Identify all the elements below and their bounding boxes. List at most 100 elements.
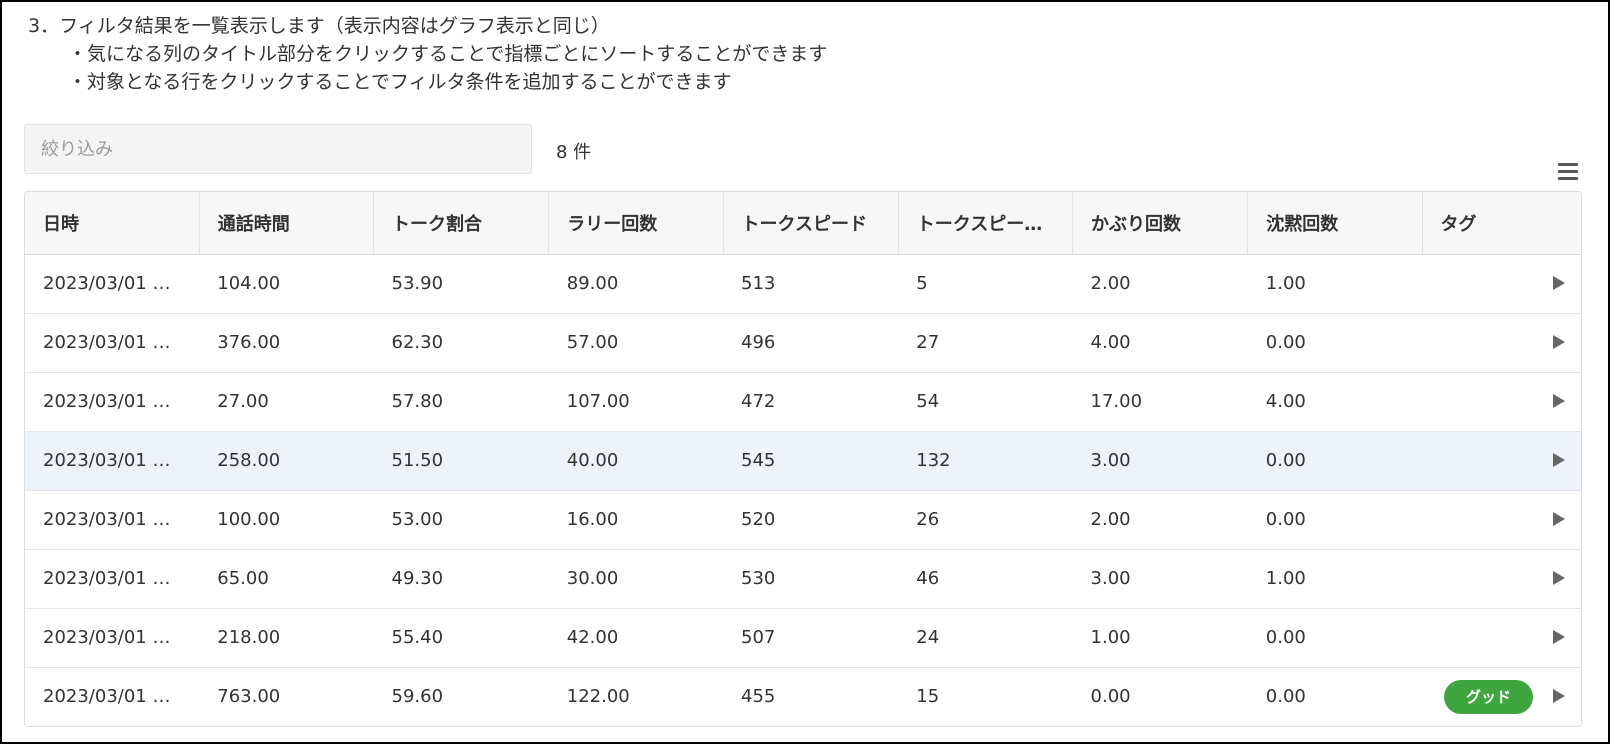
- cell-talk-speed: 455: [741, 686, 776, 708]
- cell-talk-speed-2: 15: [916, 686, 940, 708]
- cell-overlap-count: 4.00: [1072, 313, 1248, 373]
- cell-talk-speed: 520: [723, 490, 899, 550]
- table-row[interactable]: 2023/03/01 … 104.00 53.90 89.00 513 5 2.00 1.00: [25, 254, 1581, 314]
- cell-datetime: 2023/03/01 …: [25, 608, 200, 668]
- cell-talk-ratio: 51.50: [373, 431, 549, 491]
- play-icon[interactable]: [1553, 452, 1565, 467]
- cell-talk-ratio: 59.60: [391, 686, 444, 708]
- cell-call-duration: 65.00: [199, 549, 374, 609]
- table-row[interactable]: 2023/03/01 … 100.00 53.00 16.00 520 26 2.00 0.0…: [25, 490, 1581, 550]
- play-icon[interactable]: [1553, 511, 1565, 526]
- table-row[interactable]: 2023/03/01 … 376.00 62.30 57.00 496 27 4.00 0.0…: [25, 313, 1581, 373]
- column-header-rally-count[interactable]: ラリー回数: [548, 192, 724, 255]
- page-frame: 3．フィルタ結果を一覧表示します（表示内容はグラフ表示と同じ） ・気になる列のタ…: [0, 0, 1610, 744]
- play-icon[interactable]: [1553, 334, 1565, 349]
- table-row[interactable]: 2023/03/01 … 65.00 49.30 30.00 530 46 3.00 1.00: [25, 549, 1581, 609]
- cell-call-duration: 218.00: [199, 608, 374, 668]
- table-row[interactable]: 2023/03/01 … 218.00 55.40 42.00 507 24 1.00 0.0…: [25, 608, 1581, 668]
- cell-tag: [1422, 608, 1581, 668]
- play-icon[interactable]: [1553, 275, 1565, 290]
- cell-silence-count: 1.00: [1247, 254, 1423, 314]
- instructions-bullet-sort: ・気になる列のタイトル部分をクリックすることで指標ごとにソートすることができます: [68, 43, 828, 65]
- cell-rally-count: 89.00: [548, 254, 724, 314]
- cell-call-duration: 100.00: [199, 490, 374, 550]
- cell-overlap-count: 2.00: [1072, 490, 1248, 550]
- column-header-overlap-count[interactable]: かぶり回数: [1072, 192, 1249, 255]
- table-row[interactable]: 2023/03/01 … 763.00 59.60 122.00 455 15 0.00 0.…: [25, 667, 1581, 726]
- cell-overlap-count: 1.00: [1072, 608, 1248, 668]
- cell-rally-count: 42.00: [548, 608, 724, 668]
- cell-rally-count: 122.00: [566, 686, 630, 708]
- cell-datetime: 2023/03/01 …: [25, 431, 200, 491]
- cell-call-duration: 376.00: [199, 313, 374, 373]
- play-icon[interactable]: [1553, 629, 1565, 644]
- play-icon[interactable]: [1553, 570, 1565, 585]
- cell-talk-ratio: 62.30: [373, 313, 549, 373]
- cell-talk-speed: 530: [723, 549, 899, 609]
- column-header-silence-count[interactable]: 沈黙回数: [1247, 192, 1423, 255]
- cell-silence-count: 0.00: [1247, 490, 1423, 550]
- cell-silence-count: 4.00: [1247, 372, 1423, 432]
- cell-rally-count: 107.00: [548, 372, 724, 432]
- cell-silence-count: 0.00: [1247, 608, 1423, 668]
- tag-badge: グッド: [1444, 679, 1534, 714]
- cell-overlap-count: 0.00: [1090, 686, 1131, 708]
- filter-search-input[interactable]: [24, 124, 532, 174]
- cell-call-duration: 763.00: [217, 686, 281, 708]
- instructions: 3．フィルタ結果を一覧表示します（表示内容はグラフ表示と同じ） ・気になる列のタ…: [28, 12, 827, 96]
- cell-silence-count: 0.00: [1247, 431, 1423, 491]
- column-header-talk-speed[interactable]: トークスピード: [723, 192, 899, 255]
- instructions-heading: 3．フィルタ結果を一覧表示します（表示内容はグラフ表示と同じ）: [28, 15, 610, 37]
- cell-datetime: 2023/03/01 …: [25, 254, 200, 314]
- cell-datetime: 2023/03/01 …: [25, 313, 200, 373]
- cell-call-duration: 104.00: [199, 254, 374, 314]
- cell-rally-count: 30.00: [548, 549, 724, 609]
- table-row[interactable]: 2023/03/01 … 27.00 57.80 107.00 472 54 17.00 4.…: [25, 372, 1581, 432]
- column-header-talk-ratio[interactable]: トーク割合: [373, 192, 550, 255]
- instructions-bullet-filter: ・対象となる行をクリックすることでフィルタ条件を追加することができます: [68, 71, 732, 93]
- cell-tag: [1422, 372, 1581, 432]
- cell-talk-speed: 545: [723, 431, 899, 491]
- cell-talk-speed: 496: [723, 313, 899, 373]
- cell-tag: グッド: [1422, 667, 1581, 726]
- play-icon[interactable]: [1553, 393, 1565, 408]
- cell-overlap-count: 3.00: [1072, 549, 1248, 609]
- cell-talk-speed-2: 54: [898, 372, 1073, 432]
- column-header-talk-speed-2[interactable]: トークスピー…: [898, 192, 1074, 255]
- column-header-call-duration[interactable]: 通話時間: [199, 192, 375, 255]
- cell-overlap-count: 17.00: [1072, 372, 1248, 432]
- cell-talk-speed-2: 26: [898, 490, 1073, 550]
- cell-silence-count: 1.00: [1247, 549, 1423, 609]
- cell-talk-speed-2: 24: [898, 608, 1073, 668]
- cell-tag: [1422, 254, 1581, 314]
- cell-silence-count: 0.00: [1265, 686, 1306, 708]
- cell-talk-ratio: 49.30: [373, 549, 549, 609]
- cell-datetime: 2023/03/01 …: [25, 372, 200, 432]
- cell-call-duration: 258.00: [199, 431, 374, 491]
- cell-talk-speed-2: 5: [898, 254, 1073, 314]
- cell-talk-speed-2: 132: [898, 431, 1073, 491]
- cell-datetime: 2023/03/01 …: [43, 686, 171, 708]
- cell-datetime: 2023/03/01 …: [25, 490, 200, 550]
- results-table: 日時 通話時間 トーク割合 ラリー回数 トークスピード トークスピー… かぶり回数 沈黙回数タ…: [24, 191, 1582, 727]
- cell-overlap-count: 3.00: [1072, 431, 1248, 491]
- play-icon[interactable]: [1553, 688, 1565, 703]
- column-header-datetime[interactable]: 日時: [25, 192, 200, 255]
- cell-rally-count: 57.00: [548, 313, 724, 373]
- cell-overlap-count: 2.00: [1072, 254, 1248, 314]
- cell-silence-count: 0.00: [1247, 313, 1423, 373]
- cell-talk-speed-2: 27: [898, 313, 1073, 373]
- cell-talk-speed: 507: [723, 608, 899, 668]
- cell-datetime: 2023/03/01 …: [25, 549, 200, 609]
- cell-rally-count: 40.00: [548, 431, 724, 491]
- table-row[interactable]: 2023/03/01 … 258.00 51.50 40.00 545 132 3.00 0.…: [25, 431, 1581, 491]
- cell-talk-speed: 513: [723, 254, 899, 314]
- cell-rally-count: 16.00: [548, 490, 724, 550]
- cell-tag: [1422, 490, 1581, 550]
- column-header-tag[interactable]: タグ: [1422, 192, 1581, 255]
- table-header-row: 日時 通話時間 トーク割合 ラリー回数 トークスピード トークスピー… かぶり回数 沈黙回数タ…: [25, 192, 1581, 255]
- cell-talk-ratio: 53.90: [373, 254, 549, 314]
- cell-talk-speed-2: 46: [898, 549, 1073, 609]
- cell-tag: [1422, 313, 1581, 373]
- hamburger-menu-icon[interactable]: [1558, 163, 1578, 181]
